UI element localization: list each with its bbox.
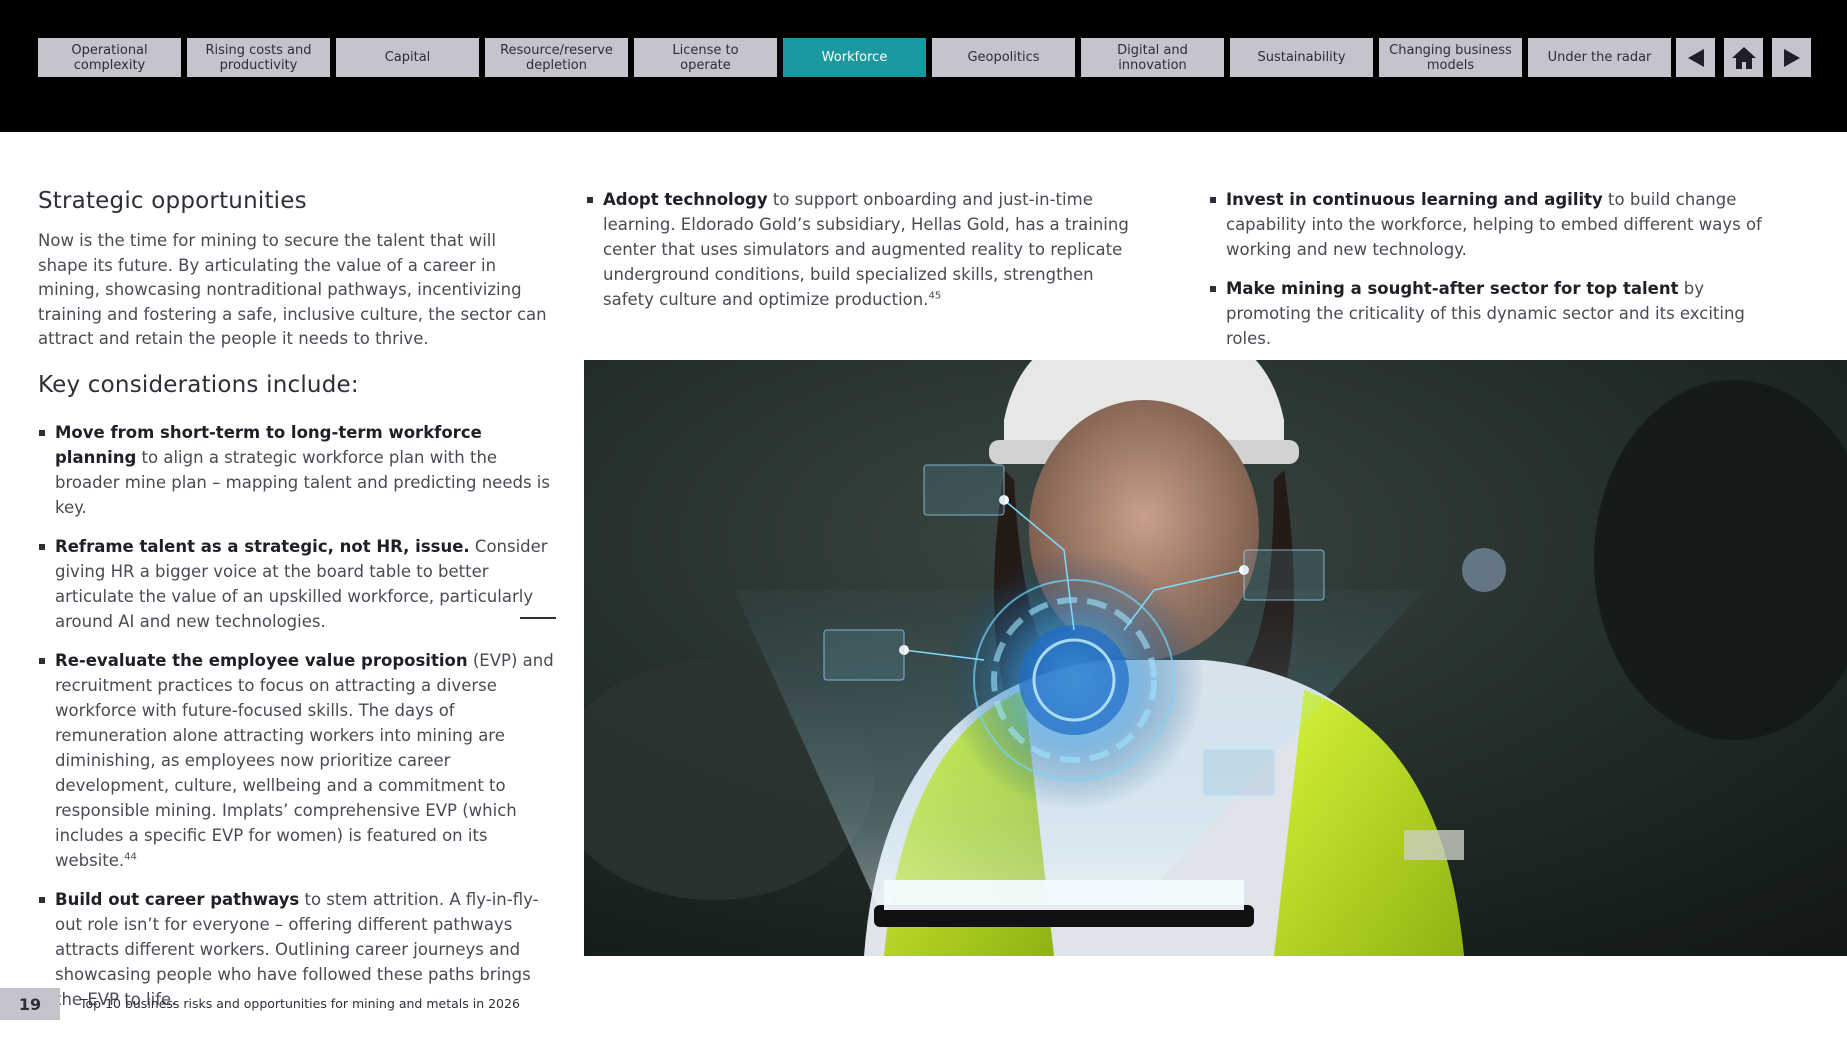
footnote-ref: 45 bbox=[928, 290, 942, 302]
home-button[interactable] bbox=[1724, 38, 1763, 77]
bullet-item: Move from short-term to long-term workfo… bbox=[38, 420, 558, 520]
tab-label: Geopolitics bbox=[967, 50, 1040, 65]
tab-digital-and-innovation[interactable]: Digital and innovation bbox=[1081, 38, 1224, 77]
tab-label: Digital and innovation bbox=[1117, 42, 1188, 73]
previous-page-button[interactable] bbox=[1676, 38, 1715, 77]
tab-label: Under the radar bbox=[1547, 50, 1652, 65]
key-considerations-list: Move from short-term to long-term workfo… bbox=[38, 420, 558, 1012]
bullet-text: (EVP) and recruitment practices to focus… bbox=[55, 651, 554, 870]
bullet-item: Build out career pathways to stem attrit… bbox=[38, 887, 558, 1012]
top-navigation-bar: Operational complexity Rising costs and p… bbox=[0, 0, 1847, 132]
triangle-right-icon bbox=[1783, 48, 1800, 67]
bullet-lead: Adopt technology bbox=[603, 190, 768, 209]
tab-label: Capital bbox=[384, 50, 431, 65]
tab-operational-complexity[interactable]: Operational complexity bbox=[38, 38, 181, 77]
bullet-lead: Build out career pathways bbox=[55, 890, 300, 909]
tab-workforce[interactable]: Workforce bbox=[783, 38, 926, 77]
next-page-button[interactable] bbox=[1772, 38, 1811, 77]
worker-hologram-illustration bbox=[584, 360, 1847, 956]
bullet-item: Adopt technology to support onboarding a… bbox=[586, 187, 1146, 312]
footnote-ref: 44 bbox=[124, 851, 137, 863]
bullet-lead: Invest in continuous learning and agilit… bbox=[1226, 190, 1603, 209]
tab-changing-business-models[interactable]: Changing business models bbox=[1379, 38, 1522, 77]
tab-label: License to operate bbox=[672, 42, 739, 73]
bullet-lead: Re-evaluate the employee value propositi… bbox=[55, 651, 468, 670]
footer-document-title: Top 10 business risks and opportunities … bbox=[80, 996, 520, 1011]
bullet-lead: Reframe talent as a strategic, not HR, i… bbox=[55, 537, 470, 556]
tab-label: Changing business models bbox=[1389, 42, 1512, 73]
tab-under-the-radar[interactable]: Under the radar bbox=[1528, 38, 1671, 77]
tab-sustainability[interactable]: Sustainability bbox=[1230, 38, 1373, 77]
tab-label: Sustainability bbox=[1257, 50, 1346, 65]
triangle-left-icon bbox=[1687, 48, 1704, 67]
bullet-item: Reframe talent as a strategic, not HR, i… bbox=[38, 534, 558, 634]
workforce-ar-photo bbox=[584, 360, 1847, 956]
strategic-opportunities-heading: Strategic opportunities bbox=[38, 188, 307, 214]
home-icon bbox=[1731, 46, 1756, 69]
key-considerations-heading: Key considerations include: bbox=[38, 372, 359, 398]
middle-bullet-list: Adopt technology to support onboarding a… bbox=[586, 187, 1146, 312]
page-number: 19 bbox=[0, 988, 60, 1020]
tab-label: Rising costs and productivity bbox=[205, 42, 312, 73]
tab-rising-costs-and-productivity[interactable]: Rising costs and productivity bbox=[187, 38, 330, 77]
tab-label: Operational complexity bbox=[71, 42, 148, 73]
tab-geopolitics[interactable]: Geopolitics bbox=[932, 38, 1075, 77]
right-bullet-list: Invest in continuous learning and agilit… bbox=[1209, 187, 1784, 351]
divider-rule bbox=[520, 617, 556, 619]
bullet-item: Invest in continuous learning and agilit… bbox=[1209, 187, 1784, 262]
bullet-item: Re-evaluate the employee value propositi… bbox=[38, 648, 558, 873]
tab-label: Resource/reserve depletion bbox=[500, 42, 613, 73]
strategic-opportunities-body: Now is the time for mining to secure the… bbox=[38, 231, 547, 348]
tab-resource-reserve-depletion[interactable]: Resource/reserve depletion bbox=[485, 38, 628, 77]
bullet-lead: Make mining a sought-after sector for to… bbox=[1226, 279, 1679, 298]
tab-capital[interactable]: Capital bbox=[336, 38, 479, 77]
bullet-item: Make mining a sought-after sector for to… bbox=[1209, 276, 1784, 351]
tab-label: Workforce bbox=[821, 50, 888, 65]
tab-license-to-operate[interactable]: License to operate bbox=[634, 38, 777, 77]
